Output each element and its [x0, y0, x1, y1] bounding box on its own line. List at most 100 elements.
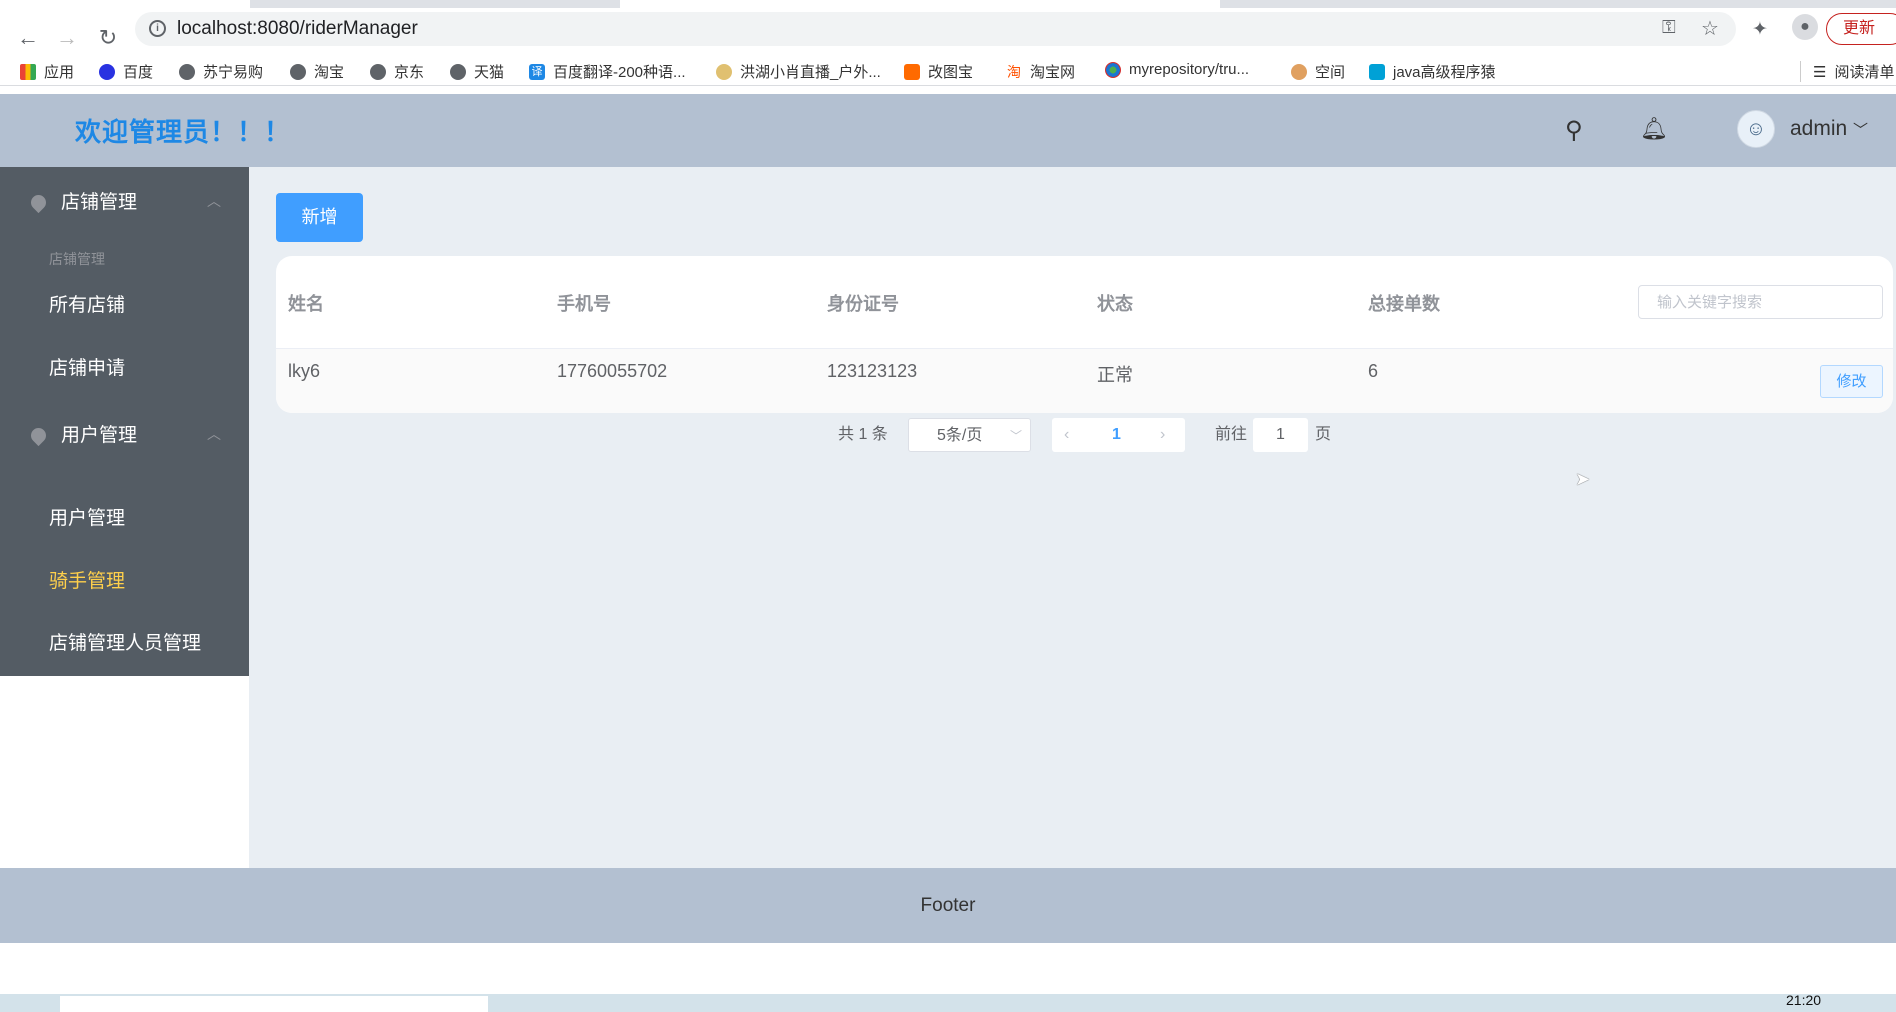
column-header: 状态	[1097, 294, 1133, 314]
page-suffix: 页	[1315, 426, 1332, 443]
username: admin	[1790, 117, 1848, 140]
chevron-down-icon: ﹀	[1853, 122, 1869, 139]
bookmark-label: 京东	[394, 64, 425, 81]
apps-grid-icon	[20, 63, 36, 80]
goto-label: 前往	[1215, 426, 1248, 443]
sidebar: 店铺管理 ︿ 店铺管理 所有店铺 店铺申请 用户管理 ︿ 用户管理 骑手管理 店铺管…	[0, 167, 249, 676]
reload-icon[interactable]: ↻	[94, 26, 122, 50]
bookmark-fanyi[interactable]: 译百度翻译-200种语...	[529, 61, 686, 82]
bookmark-label: 改图宝	[928, 64, 974, 81]
qzone-icon	[1291, 63, 1307, 80]
translate-icon: 译	[529, 63, 545, 80]
bookmark-taobao[interactable]: 淘宝	[290, 61, 344, 82]
table-cell: 正常	[1097, 365, 1133, 385]
next-page-icon[interactable]: ›	[1160, 418, 1165, 452]
bookmark-label: 百度	[123, 64, 154, 81]
page-size-value: 5条/页	[937, 427, 983, 444]
bell-icon[interactable]: 🔔︎	[1640, 116, 1668, 142]
bookmark-jd[interactable]: 京东	[370, 61, 424, 82]
bookmark-myrepository[interactable]: myrepository/tru...	[1105, 61, 1249, 78]
bookmark-baidu[interactable]: 百度	[99, 61, 153, 82]
bookmark-label: 应用	[44, 64, 75, 81]
submenu-store-management[interactable]: 店铺管理 ︿	[0, 173, 249, 233]
bookmark-label: 天猫	[474, 64, 505, 81]
url-text[interactable]: localhost:8080/riderManager	[177, 18, 418, 40]
star-icon[interactable]: ☆	[1701, 16, 1719, 41]
reading-list-label: 阅读清单	[1834, 64, 1895, 81]
riders-table: 姓名 手机号 身份证号 状态 总接单数 lky6 17760055702 123…	[276, 256, 1893, 413]
column-header: 总接单数	[1368, 294, 1440, 314]
sidebar-item-users[interactable]: 用户管理	[49, 507, 125, 531]
taskbar-search[interactable]	[60, 996, 488, 1012]
bookmark-label: 空间	[1315, 64, 1346, 81]
bookmark-suning[interactable]: 苏宁易购	[179, 61, 263, 82]
bookmark-bilibili[interactable]: java高级程序猿	[1369, 61, 1496, 82]
divider	[276, 348, 1893, 349]
reading-list[interactable]: ☰ 阅读清单	[1800, 61, 1894, 82]
bookmark-apps[interactable]: 应用	[20, 61, 74, 82]
search-input[interactable]	[1638, 285, 1883, 319]
key-icon[interactable]: ⚿	[1662, 17, 1676, 38]
table-cell: lky6	[288, 361, 321, 381]
sidebar-item-all-stores[interactable]: 所有店铺	[49, 294, 125, 318]
taobao-icon: 淘	[1007, 63, 1021, 80]
submenu-label: 店铺管理	[61, 192, 138, 213]
pager: ‹ 1 ›	[1052, 418, 1185, 452]
submenu-user-management[interactable]: 用户管理 ︿	[0, 406, 249, 466]
page-number-current[interactable]: 1	[1112, 418, 1121, 452]
profile-icon[interactable]: ●	[1792, 14, 1818, 40]
globe-icon	[450, 63, 466, 80]
app-header: 欢迎管理员！！！ ⚲ 🔔︎ ☺ admin ﹀	[0, 94, 1896, 167]
table-row	[276, 349, 1893, 413]
address-bar[interactable]: i localhost:8080/riderManager ⚿ ☆	[135, 12, 1736, 46]
mouse-cursor-icon: ➤	[1575, 469, 1591, 489]
bookmarks-bar: 应用 百度 苏宁易购 淘宝 京东 天猫 译百度翻译-200种语... 洪湖小肖直…	[0, 56, 1896, 86]
bookmark-tmall[interactable]: 天猫	[450, 61, 504, 82]
location-icon	[27, 191, 50, 214]
bookmark-label: 洪湖小肖直播_户外...	[740, 64, 881, 81]
sidebar-item-store-managers[interactable]: 店铺管理人员管理	[49, 632, 201, 656]
globe-icon	[179, 63, 195, 80]
chevron-up-icon: ︿	[207, 426, 221, 442]
sidebar-item-store-applications[interactable]: 店铺申请	[49, 357, 125, 381]
info-icon[interactable]: i	[149, 20, 166, 37]
bookmark-label: 苏宁易购	[203, 64, 264, 81]
table-cell: 6	[1368, 361, 1379, 381]
site-icon	[1105, 61, 1121, 78]
site-icon	[716, 63, 732, 80]
bookmark-honghu[interactable]: 洪湖小肖直播_户外...	[716, 61, 881, 82]
bookmark-label: 淘宝网	[1030, 64, 1076, 81]
forward-icon[interactable]: →	[53, 26, 81, 50]
bilibili-icon	[1369, 63, 1385, 80]
chevron-down-icon: ﹀	[1009, 429, 1022, 443]
back-icon[interactable]: ←	[14, 26, 42, 50]
bookmark-label: java高级程序猿	[1393, 64, 1496, 81]
os-taskbar: 21:20	[0, 992, 1896, 1012]
column-header: 姓名	[288, 294, 324, 314]
baidu-icon	[99, 63, 115, 80]
prev-page-icon[interactable]: ‹	[1064, 418, 1069, 452]
update-button[interactable]: 更新	[1826, 13, 1896, 45]
bookmark-gaitubao[interactable]: 改图宝	[904, 61, 973, 82]
bookmark-taobaowang[interactable]: 淘淘宝网	[1006, 61, 1075, 82]
footer: Footer	[0, 868, 1896, 943]
bookmark-label: 淘宝	[314, 64, 345, 81]
goto-page-input[interactable]: 1	[1253, 418, 1308, 452]
globe-icon	[370, 63, 386, 80]
extensions-icon[interactable]: ✦	[1752, 18, 1768, 41]
site-icon	[904, 63, 920, 80]
chevron-up-icon: ︿	[207, 193, 221, 209]
pagination-total: 共 1 条	[838, 426, 888, 443]
add-button[interactable]: 新增	[276, 193, 363, 242]
sidebar-item-riders[interactable]: 骑手管理	[49, 570, 125, 594]
avatar[interactable]: ☺	[1737, 110, 1775, 148]
edit-button[interactable]: 修改	[1820, 365, 1883, 398]
bookmark-label: myrepository/tru...	[1129, 61, 1250, 78]
taskbar-clock: 21:20	[1786, 992, 1822, 1008]
page-size-select[interactable]: 5条/页 ﹀	[908, 418, 1031, 452]
user-menu[interactable]: admin ﹀	[1790, 117, 1868, 141]
search-icon[interactable]: ⚲	[1565, 116, 1583, 145]
location-icon	[27, 424, 50, 447]
bookmark-label: 百度翻译-200种语...	[553, 64, 686, 81]
bookmark-qzone[interactable]: 空间	[1291, 61, 1345, 82]
